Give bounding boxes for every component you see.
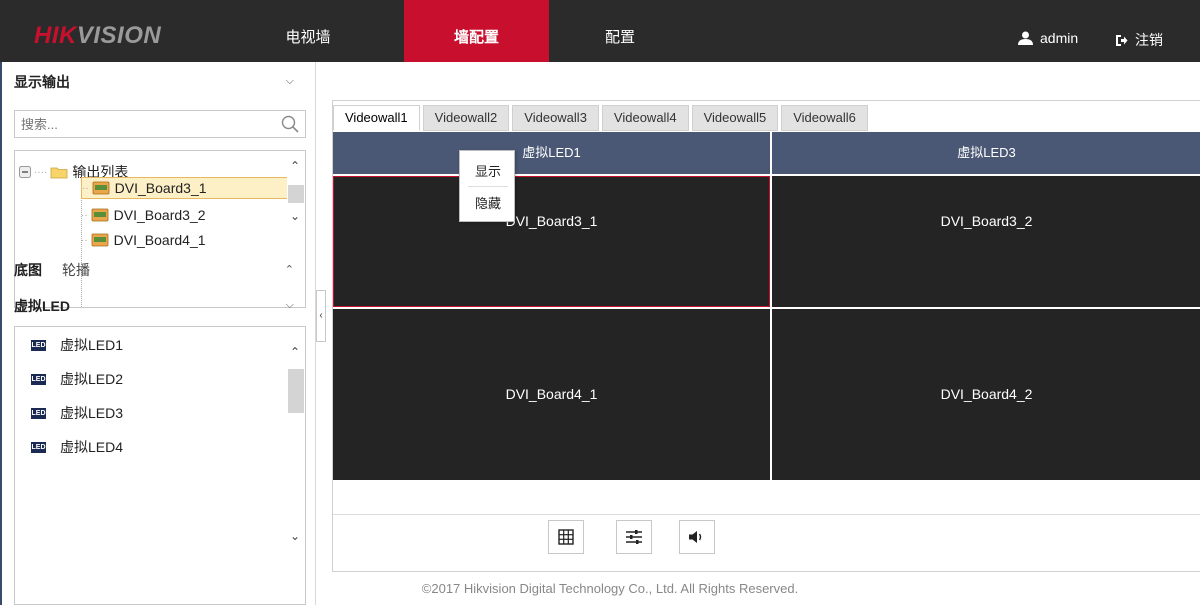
led-icon: LED: [31, 441, 46, 453]
lcd-output-icon: [92, 181, 110, 195]
settings-button[interactable]: [616, 520, 652, 554]
folder-icon: [50, 167, 68, 179]
led-icon: LED: [31, 339, 46, 351]
logout-label: 注销: [1135, 32, 1163, 48]
chevron-up-icon[interactable]: ⌃: [290, 345, 300, 359]
display-output-header[interactable]: 显示输出 ⌵: [2, 67, 314, 97]
list-item[interactable]: LED 虚拟LED4: [31, 436, 123, 458]
search-icon[interactable]: [281, 115, 299, 133]
tab-videowall5[interactable]: Videowall5: [691, 105, 779, 131]
virtual-led-list: LED 虚拟LED1 LED 虚拟LED2 LED 虚拟LED3 LED 虚拟L…: [14, 326, 306, 605]
nav-wall-config[interactable]: 墙配置: [404, 0, 549, 62]
context-menu-divider: [468, 186, 508, 187]
lcd-output-icon: [91, 233, 109, 247]
sidebar: 显示输出 ⌵ ···· 输出列表 ·· DVI_Board3_1 ·· DVI_…: [0, 62, 316, 605]
list-item[interactable]: LED 虚拟LED3: [31, 402, 123, 424]
chevron-down-icon[interactable]: ⌄: [290, 209, 300, 223]
led-item-label: 虚拟LED1: [60, 337, 124, 353]
search-input[interactable]: [15, 111, 270, 137]
basemap-carousel-header: 底图 轮播 ⌃: [2, 255, 314, 285]
led-icon: LED: [31, 373, 46, 385]
sidebar-collapse-handle[interactable]: ‹: [316, 290, 326, 342]
chevron-up-icon[interactable]: ⌃: [285, 263, 294, 276]
list-item[interactable]: LED 虚拟LED2: [31, 368, 123, 390]
list-item[interactable]: LED 虚拟LED1: [31, 334, 123, 356]
tab-basemap[interactable]: 底图: [14, 260, 42, 280]
user-icon: [1018, 31, 1033, 45]
led-item-label: 虚拟LED3: [60, 405, 124, 421]
tab-videowall6[interactable]: Videowall6: [781, 105, 868, 131]
led-header[interactable]: 虚拟LED1: [333, 132, 770, 174]
chevron-down-icon[interactable]: ⌵: [286, 299, 294, 312]
tree-item-label: DVI_Board3_2: [113, 207, 206, 223]
chevron-up-icon[interactable]: ⌃: [290, 159, 300, 173]
virtual-led-header[interactable]: 虚拟LED ⌵: [2, 291, 314, 321]
context-menu: 显示 隐藏: [459, 150, 515, 222]
tab-videowall2[interactable]: Videowall2: [422, 105, 510, 131]
audio-button[interactable]: [679, 520, 715, 554]
chevron-left-icon[interactable]: ‹: [319, 310, 322, 321]
lcd-output-icon: [91, 208, 109, 222]
context-menu-show[interactable]: 显示: [460, 157, 516, 187]
settings-sliders-icon: [626, 530, 642, 544]
grid-icon: [558, 529, 574, 545]
chevron-down-icon[interactable]: ⌄: [290, 529, 300, 543]
tree-item[interactable]: ·· DVI_Board3_2: [81, 204, 206, 226]
scroll-thumb[interactable]: [288, 185, 304, 203]
led-item-label: 虚拟LED2: [60, 371, 124, 387]
led-scrollbar[interactable]: ⌃ ⌄: [287, 327, 305, 604]
tree-item-label: DVI_Board3_1: [114, 180, 207, 196]
toolbar-divider: [333, 514, 1200, 515]
led-header[interactable]: 虚拟LED3: [772, 132, 1200, 174]
volume-icon: [689, 531, 702, 543]
username-label: admin: [1040, 30, 1079, 46]
grid-layout-button[interactable]: [548, 520, 584, 554]
collapse-icon[interactable]: [19, 166, 31, 178]
hikvision-logo: HIKVISION: [34, 22, 162, 49]
logout-button[interactable]: 注销: [1115, 30, 1163, 50]
search-box: [14, 110, 306, 138]
scroll-thumb[interactable]: [288, 369, 304, 413]
tab-videowall4[interactable]: Videowall4: [601, 105, 689, 131]
tab-carousel[interactable]: 轮播: [62, 260, 90, 280]
user-menu[interactable]: admin: [1018, 30, 1078, 46]
tree-item[interactable]: ·· DVI_Board4_1: [81, 229, 206, 251]
screen-cell[interactable]: DVI_Board4_2: [772, 309, 1200, 480]
nav-config[interactable]: 配置: [580, 0, 660, 62]
copyright-footer: ©2017 Hikvision Digital Technology Co., …: [421, 581, 799, 596]
led-icon: LED: [31, 407, 46, 419]
display-output-title: 显示输出: [14, 74, 70, 90]
tree-item-label: DVI_Board4_1: [113, 232, 206, 248]
nav-tv-wall[interactable]: 电视墙: [268, 0, 348, 62]
screen-cell[interactable]: DVI_Board3_2: [772, 176, 1200, 307]
screen-cell[interactable]: DVI_Board4_1: [333, 309, 770, 480]
tab-videowall1[interactable]: Videowall1: [333, 105, 420, 131]
logout-icon: [1116, 34, 1128, 46]
screen-cell[interactable]: DVI_Board3_1: [333, 176, 770, 307]
chevron-down-icon[interactable]: ⌵: [286, 75, 294, 88]
context-menu-hide[interactable]: 隐藏: [460, 189, 516, 219]
top-bar: HIKVISION 电视墙 墙配置 配置 admin 注销: [0, 0, 1200, 62]
led-item-label: 虚拟LED4: [60, 439, 124, 455]
videowall-tabs: Videowall1 Videowall2 Videowall3 Videowa…: [333, 101, 871, 133]
tab-videowall3[interactable]: Videowall3: [512, 105, 599, 131]
virtual-led-title: 虚拟LED: [14, 298, 70, 314]
tree-item-selected[interactable]: ·· DVI_Board3_1: [81, 177, 293, 199]
